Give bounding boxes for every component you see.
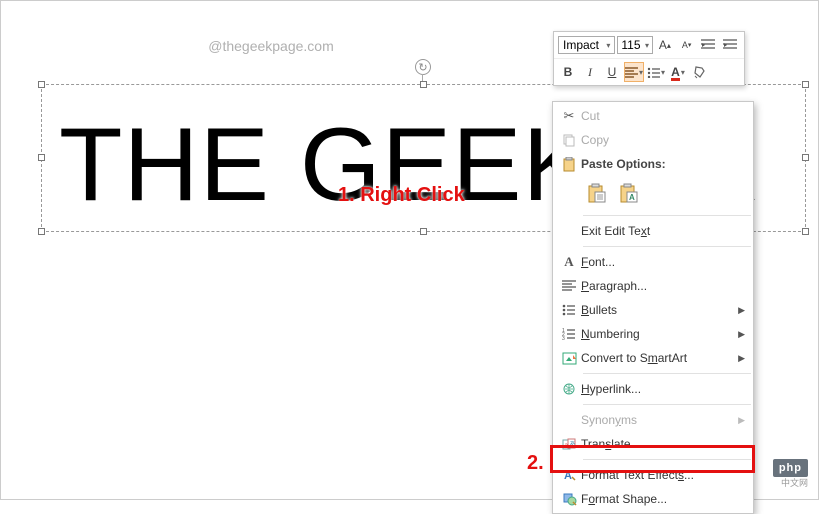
annotation-highlight-box <box>550 445 755 473</box>
menu-separator <box>583 215 751 216</box>
mini-toolbar: Impact ▾ 115 ▾ A▴ A▾ B I U ▾ ▾ A▾ <box>553 31 745 86</box>
menu-exit-edit-text[interactable]: Exit Edit Text <box>553 219 753 243</box>
menu-separator <box>583 404 751 405</box>
menu-convert-smartart[interactable]: Convert to SmartArt ▶ <box>553 346 753 370</box>
resize-handle[interactable] <box>38 228 45 235</box>
resize-handle[interactable] <box>802 228 809 235</box>
annotation-right-click: 1. Right Click <box>338 184 465 207</box>
paste-icon <box>557 157 581 172</box>
submenu-arrow-icon: ▶ <box>738 329 745 340</box>
chevron-down-icon: ▾ <box>661 68 665 77</box>
chevron-down-icon: ▾ <box>645 41 649 50</box>
decrease-indent-button[interactable] <box>699 35 719 55</box>
resize-handle[interactable] <box>802 154 809 161</box>
paragraph-icon <box>557 280 581 292</box>
font-size-value: 115 <box>621 38 640 52</box>
resize-handle[interactable] <box>420 228 427 235</box>
menu-numbering[interactable]: 123 Numbering ▶ <box>553 322 753 346</box>
php-watermark: php <box>773 459 808 477</box>
paste-keep-source-button[interactable] <box>583 179 611 207</box>
shrink-font-button[interactable]: A▾ <box>677 35 697 55</box>
submenu-arrow-icon: ▶ <box>738 415 745 426</box>
font-name-dropdown[interactable]: Impact ▾ <box>558 36 615 54</box>
grow-font-button[interactable]: A▴ <box>655 35 675 55</box>
watermark-text: @thegeekpage.com <box>1 38 541 54</box>
resize-handle[interactable] <box>802 81 809 88</box>
submenu-arrow-icon: ▶ <box>738 353 745 364</box>
format-shape-icon <box>557 492 581 506</box>
font-size-dropdown[interactable]: 115 ▾ <box>617 36 653 54</box>
smartart-icon <box>557 352 581 365</box>
svg-text:A: A <box>629 193 635 202</box>
rotate-handle[interactable] <box>415 59 431 75</box>
chevron-down-icon: ▾ <box>639 68 643 77</box>
bullets-icon <box>557 304 581 316</box>
font-name-value: Impact <box>563 38 599 52</box>
menu-separator <box>583 373 751 374</box>
annotation-number-2: 2. <box>527 452 544 475</box>
menu-hyperlink[interactable]: Hyperlink... <box>553 377 753 401</box>
bullets-button[interactable]: ▾ <box>646 62 666 82</box>
svg-text:3: 3 <box>562 336 565 340</box>
resize-handle[interactable] <box>420 81 427 88</box>
numbering-icon: 123 <box>557 328 581 340</box>
menu-paragraph[interactable]: Paragraph... <box>553 274 753 298</box>
copy-icon <box>557 133 581 147</box>
cut-icon: ✂ <box>557 108 581 124</box>
italic-button[interactable]: I <box>580 62 600 82</box>
align-button[interactable]: ▾ <box>624 62 644 82</box>
chevron-down-icon: ▾ <box>681 68 685 77</box>
resize-handle[interactable] <box>38 154 45 161</box>
hyperlink-icon <box>557 383 581 396</box>
chevron-down-icon: ▾ <box>606 41 610 50</box>
underline-button[interactable]: U <box>602 62 622 82</box>
php-watermark-sub: 中文网 <box>781 476 808 489</box>
resize-handle[interactable] <box>38 81 45 88</box>
menu-copy[interactable]: Copy <box>553 128 753 152</box>
menu-separator <box>583 246 751 247</box>
menu-format-shape[interactable]: Format Shape... <box>553 487 753 511</box>
font-color-button[interactable]: A▾ <box>668 62 688 82</box>
format-painter-button[interactable] <box>690 62 710 82</box>
menu-bullets[interactable]: Bullets ▶ <box>553 298 753 322</box>
paste-options-row: A <box>553 176 753 212</box>
submenu-arrow-icon: ▶ <box>738 305 745 316</box>
menu-synonyms[interactable]: Synonyms ▶ <box>553 408 753 432</box>
menu-paste-options-heading: Paste Options: <box>553 152 753 176</box>
increase-indent-button[interactable] <box>720 35 740 55</box>
menu-font[interactable]: A Font... <box>553 250 753 274</box>
font-icon: A <box>557 254 581 270</box>
bold-button[interactable]: B <box>558 62 578 82</box>
menu-cut[interactable]: ✂ Cut <box>553 104 753 128</box>
paste-keep-text-button[interactable]: A <box>615 179 643 207</box>
